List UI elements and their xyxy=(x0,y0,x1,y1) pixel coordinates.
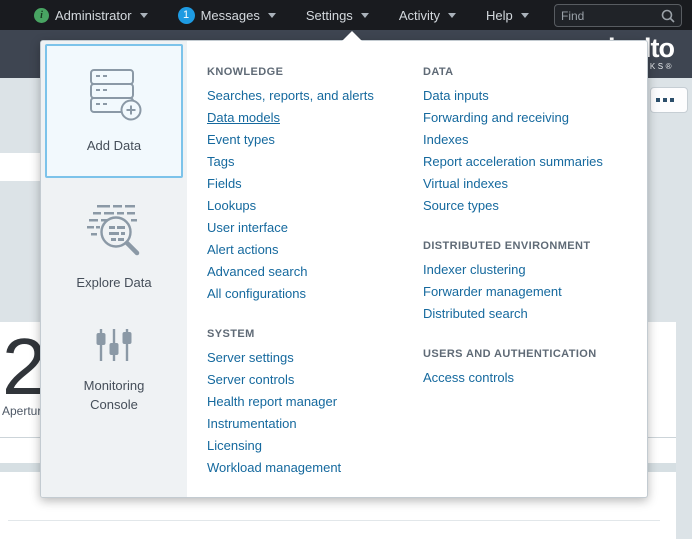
menu-item-all-configurations[interactable]: All configurations xyxy=(207,283,407,305)
menu-link-columns: KNOWLEDGE Searches, reports, and alerts … xyxy=(187,41,647,497)
add-data-label: Add Data xyxy=(87,137,141,156)
menu-item-server-settings[interactable]: Server settings xyxy=(207,347,407,369)
menu-item-advanced-search[interactable]: Advanced search xyxy=(207,261,407,283)
user-menu-label: Administrator xyxy=(55,8,132,23)
menu-item-distributed-search[interactable]: Distributed search xyxy=(423,303,643,325)
chevron-down-icon xyxy=(521,13,529,18)
menu-item-user-interface[interactable]: User interface xyxy=(207,217,407,239)
add-data-tile[interactable]: Add Data xyxy=(45,44,183,178)
help-menu-label: Help xyxy=(486,8,513,23)
group-header-users-authentication: USERS AND AUTHENTICATION xyxy=(423,343,643,365)
search-icon xyxy=(661,9,675,23)
menu-item-virtual-indexes[interactable]: Virtual indexes xyxy=(423,173,643,195)
add-data-icon xyxy=(85,67,143,121)
help-menu[interactable]: Help xyxy=(486,8,529,23)
chevron-down-icon xyxy=(448,13,456,18)
activity-menu[interactable]: Activity xyxy=(399,8,456,23)
messages-menu[interactable]: 1 Messages xyxy=(178,7,276,24)
monitoring-console-label: Monitoring Console xyxy=(68,377,160,415)
group-header-data: DATA xyxy=(423,61,643,83)
user-avatar-icon: i xyxy=(34,8,49,23)
messages-count-badge: 1 xyxy=(178,7,195,24)
menu-quick-nav: Add Data Explore Data xyxy=(41,41,187,497)
menu-item-licensing[interactable]: Licensing xyxy=(207,435,407,457)
menu-pointer-notch xyxy=(342,31,362,41)
background-panel-strip xyxy=(0,153,44,181)
monitoring-console-item[interactable]: Monitoring Console xyxy=(68,327,160,415)
menu-item-indexes[interactable]: Indexes xyxy=(423,129,643,151)
background-rule xyxy=(8,520,660,521)
knowledge-group: KNOWLEDGE Searches, reports, and alerts … xyxy=(207,61,407,305)
monitoring-console-icon xyxy=(94,327,134,363)
menu-item-event-types[interactable]: Event types xyxy=(207,129,407,151)
menu-item-instrumentation[interactable]: Instrumentation xyxy=(207,413,407,435)
chevron-down-icon xyxy=(268,13,276,18)
menu-item-alert-actions[interactable]: Alert actions xyxy=(207,239,407,261)
menu-item-workload-management[interactable]: Workload management xyxy=(207,457,407,479)
ellipsis-icon xyxy=(656,98,660,102)
metric-caption: Apertur xyxy=(2,404,41,418)
top-bar: i Administrator 1 Messages Settings Acti… xyxy=(0,0,692,30)
distributed-environment-group: DISTRIBUTED ENVIRONMENT Indexer clusteri… xyxy=(423,235,643,325)
menu-item-indexer-clustering[interactable]: Indexer clustering xyxy=(423,259,643,281)
explore-data-label: Explore Data xyxy=(76,274,151,293)
menu-item-data-models[interactable]: Data models xyxy=(207,107,407,129)
explore-data-icon xyxy=(83,202,145,260)
menu-column-1: KNOWLEDGE Searches, reports, and alerts … xyxy=(207,61,407,497)
menu-column-2: DATA Data inputs Forwarding and receivin… xyxy=(423,61,643,497)
group-header-system: SYSTEM xyxy=(207,323,407,345)
menu-item-fields[interactable]: Fields xyxy=(207,173,407,195)
menu-item-lookups[interactable]: Lookups xyxy=(207,195,407,217)
settings-mega-menu: Add Data Explore Data xyxy=(40,40,648,498)
more-actions-button[interactable] xyxy=(650,87,688,113)
chevron-down-icon xyxy=(361,13,369,18)
settings-menu-label: Settings xyxy=(306,8,353,23)
ellipsis-icon xyxy=(663,98,667,102)
menu-item-tags[interactable]: Tags xyxy=(207,151,407,173)
menu-item-health-report-manager[interactable]: Health report manager xyxy=(207,391,407,413)
group-header-knowledge: KNOWLEDGE xyxy=(207,61,407,83)
menu-item-data-inputs[interactable]: Data inputs xyxy=(423,85,643,107)
user-menu[interactable]: i Administrator xyxy=(34,8,148,23)
messages-menu-label: Messages xyxy=(201,8,260,23)
menu-item-forwarding-and-receiving[interactable]: Forwarding and receiving xyxy=(423,107,643,129)
group-header-distributed-environment: DISTRIBUTED ENVIRONMENT xyxy=(423,235,643,257)
menu-item-forwarder-management[interactable]: Forwarder management xyxy=(423,281,643,303)
activity-menu-label: Activity xyxy=(399,8,440,23)
system-group: SYSTEM Server settings Server controls H… xyxy=(207,323,407,479)
explore-data-item[interactable]: Explore Data xyxy=(76,202,151,293)
find-search-box[interactable] xyxy=(554,4,682,27)
ellipsis-icon xyxy=(670,98,674,102)
menu-item-report-acceleration-summaries[interactable]: Report acceleration summaries xyxy=(423,151,643,173)
menu-item-access-controls[interactable]: Access controls xyxy=(423,367,643,389)
menu-item-searches-reports-alerts[interactable]: Searches, reports, and alerts xyxy=(207,85,407,107)
users-authentication-group: USERS AND AUTHENTICATION Access controls xyxy=(423,343,643,389)
find-search-input[interactable] xyxy=(561,9,661,23)
data-group: DATA Data inputs Forwarding and receivin… xyxy=(423,61,643,217)
settings-menu[interactable]: Settings xyxy=(306,8,369,23)
menu-item-source-types[interactable]: Source types xyxy=(423,195,643,217)
menu-item-server-controls[interactable]: Server controls xyxy=(207,369,407,391)
chevron-down-icon xyxy=(140,13,148,18)
